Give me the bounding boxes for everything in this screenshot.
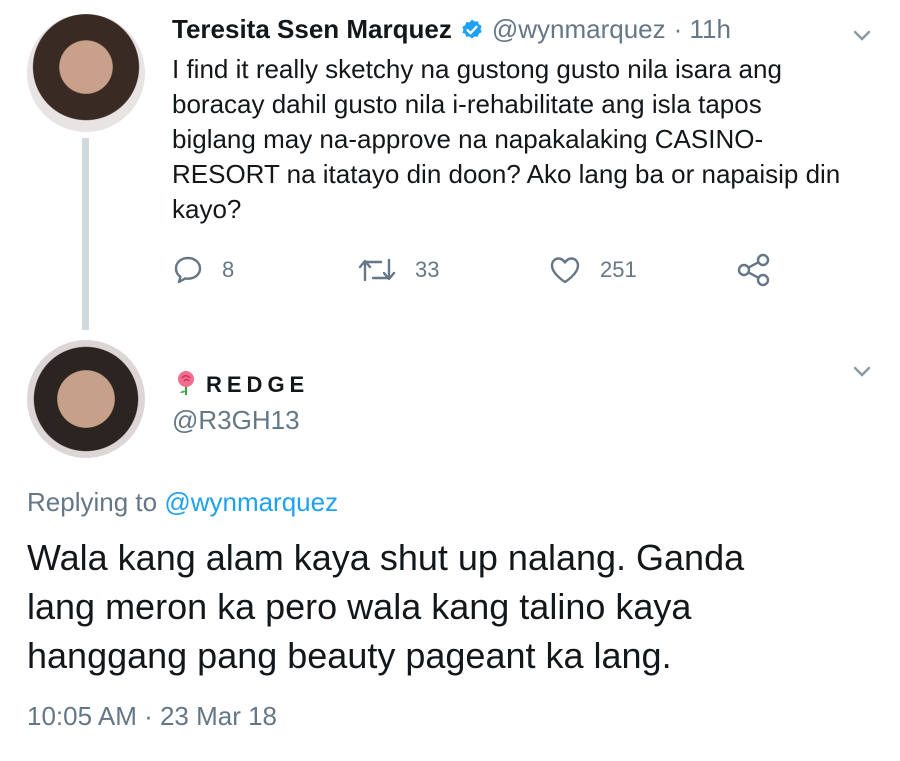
reply-icon	[172, 254, 204, 286]
parent-tweet-header: Teresita Ssen Marquez @wynmarquez · 11h	[172, 14, 731, 45]
reply-tweet-text: Wala kang alam kaya shut up nalang. Gand…	[27, 533, 887, 680]
retweet-count: 33	[415, 257, 440, 282]
verified-badge-icon	[460, 18, 484, 42]
chevron-down-icon[interactable]	[851, 360, 873, 382]
text-line: kayo?	[172, 194, 242, 224]
tweet-age[interactable]: · 11h	[674, 14, 731, 45]
handle[interactable]: @wynmarquez	[492, 14, 666, 45]
like-count: 251	[600, 257, 637, 282]
replying-to: Replying to @wynmarquez	[27, 487, 338, 518]
share-icon[interactable]	[736, 252, 772, 293]
text-line: Wala kang alam kaya shut up nalang. Gand…	[27, 537, 745, 578]
reply-display-name[interactable]: REDGE	[172, 368, 309, 401]
text-line: hanggang pang beauty pageant ka lang.	[27, 635, 672, 676]
text-line: boracay dahil gusto nila i-rehabilitate …	[172, 89, 762, 119]
chevron-down-icon[interactable]	[851, 24, 873, 46]
retweet-action[interactable]: 33	[357, 254, 439, 286]
thread-connector-line	[82, 138, 89, 330]
like-action[interactable]: 251	[548, 254, 637, 286]
display-name: REDGE	[206, 371, 310, 397]
replying-to-label: Replying to	[27, 487, 158, 517]
tweet-timestamp[interactable]: 10:05 AM · 23 Mar 18	[27, 701, 277, 732]
text-line: I find it really sketchy na gustong gust…	[172, 54, 782, 84]
text-line: biglang may na-approve na napakalaking C…	[172, 124, 764, 154]
retweet-icon	[357, 254, 397, 286]
avatar-teresita[interactable]	[27, 14, 145, 132]
reply-count: 8	[222, 257, 235, 282]
text-line: RESORT na itatayo din doon? Ako lang ba …	[172, 159, 841, 189]
parent-tweet-text: I find it really sketchy na gustong gust…	[172, 52, 872, 227]
text-line: lang meron ka pero wala kang talino kaya	[27, 586, 692, 627]
display-name[interactable]: Teresita Ssen Marquez	[172, 14, 452, 45]
avatar-redge[interactable]	[27, 340, 145, 458]
reply-action[interactable]: 8	[172, 254, 234, 286]
like-icon	[548, 254, 582, 286]
replying-to-mention[interactable]: @wynmarquez	[164, 487, 338, 517]
reply-handle[interactable]: @R3GH13	[172, 405, 300, 436]
rose-emoji-icon	[172, 368, 200, 401]
